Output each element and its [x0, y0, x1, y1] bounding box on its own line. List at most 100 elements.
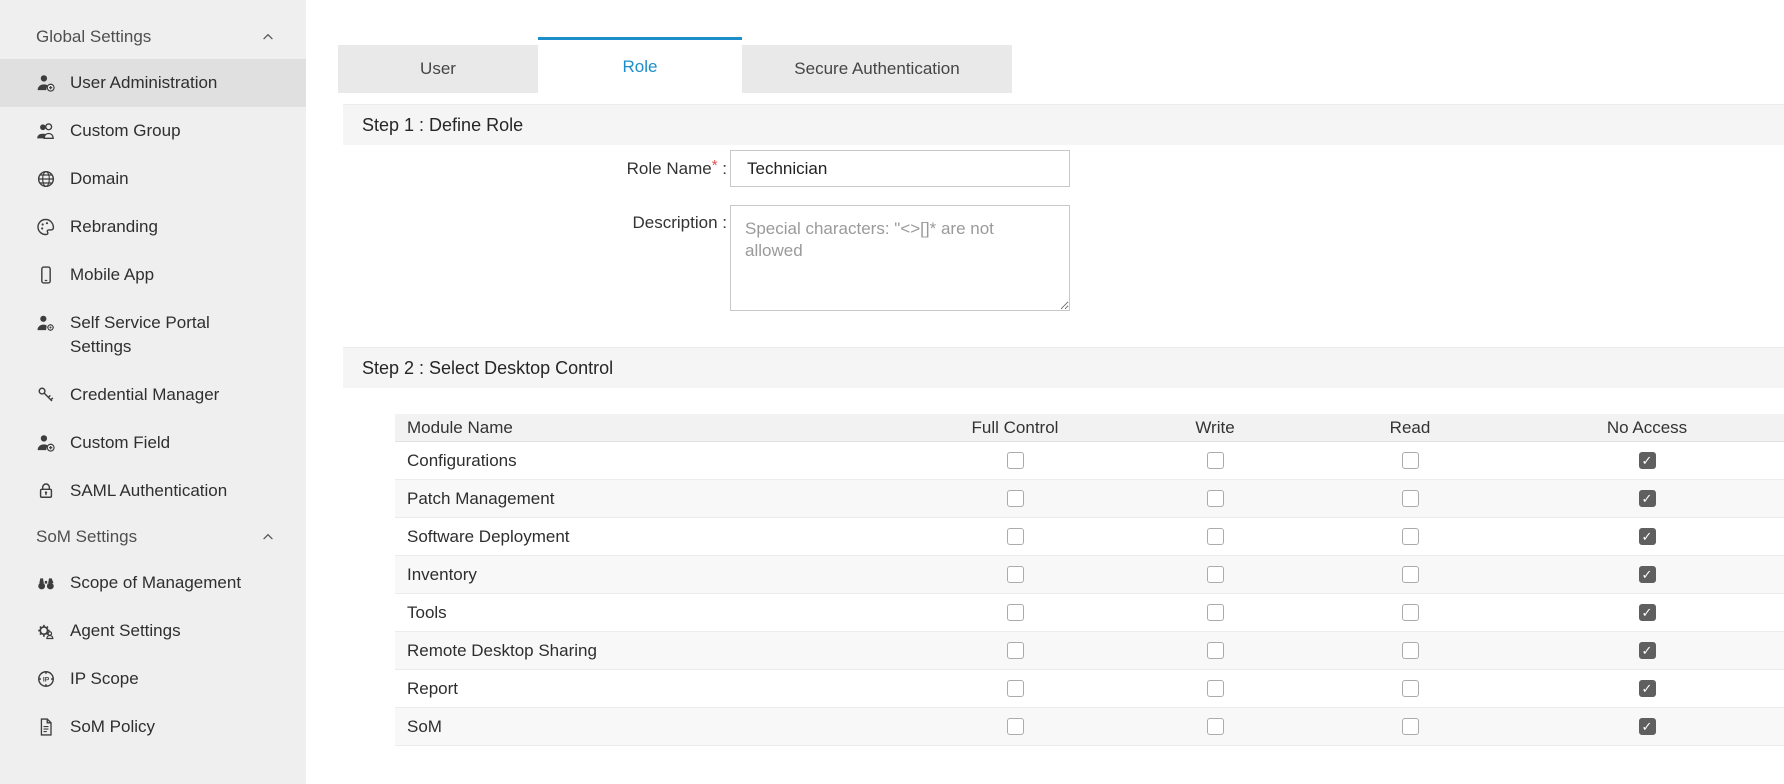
- sidebar-item-credential-manager[interactable]: Credential Manager: [0, 371, 306, 419]
- users-icon: [36, 119, 56, 143]
- no-access-checkbox[interactable]: [1639, 566, 1656, 583]
- gear-user-icon: [36, 619, 56, 643]
- permission-cell: [1310, 528, 1510, 545]
- sidebar-item-domain[interactable]: Domain: [0, 155, 306, 203]
- read-checkbox[interactable]: [1402, 718, 1419, 735]
- column-header-no-access: No Access: [1510, 418, 1784, 438]
- permission-cell: [910, 680, 1120, 697]
- sidebar-item-label: Custom Group: [70, 119, 181, 143]
- read-checkbox[interactable]: [1402, 528, 1419, 545]
- sidebar-item-self-service-portal-settings[interactable]: Self Service Portal Settings: [0, 299, 306, 371]
- sidebar-item-label: IP Scope: [70, 667, 139, 691]
- sidebar-item-mobile-app[interactable]: Mobile App: [0, 251, 306, 299]
- permission-cell: [910, 718, 1120, 735]
- module-name-cell: Inventory: [395, 565, 910, 585]
- sidebar-item-saml-authentication[interactable]: SAML Authentication: [0, 467, 306, 515]
- permission-cell: [1120, 490, 1310, 507]
- module-name-cell: Tools: [395, 603, 910, 623]
- main-content: UserRoleSecure Authentication Step 1 : D…: [306, 0, 1784, 784]
- permissions-table-body: Configurations Patch Management Software D…: [395, 442, 1784, 746]
- permission-cell: [910, 566, 1120, 583]
- write-checkbox[interactable]: [1207, 452, 1224, 469]
- chevron-up-icon: [260, 529, 276, 545]
- write-checkbox[interactable]: [1207, 566, 1224, 583]
- sidebar-item-label: Rebranding: [70, 215, 158, 239]
- role-name-input[interactable]: [730, 150, 1070, 187]
- tab-role[interactable]: Role: [538, 37, 742, 93]
- read-checkbox[interactable]: [1402, 452, 1419, 469]
- sidebar-section-label: SoM Settings: [36, 527, 260, 547]
- full-control-checkbox[interactable]: [1007, 566, 1024, 583]
- step2-header: Step 2 : Select Desktop Control: [343, 347, 1784, 388]
- sidebar: Global SettingsUser Administration Custom…: [0, 0, 306, 784]
- sidebar-item-label: Custom Field: [70, 431, 170, 455]
- sidebar-item-custom-group[interactable]: Custom Group: [0, 107, 306, 155]
- full-control-checkbox[interactable]: [1007, 680, 1024, 697]
- read-checkbox[interactable]: [1402, 604, 1419, 621]
- write-checkbox[interactable]: [1207, 680, 1224, 697]
- write-checkbox[interactable]: [1207, 718, 1224, 735]
- step1-title: Step 1 : Define Role: [362, 115, 523, 136]
- module-name-cell: Software Deployment: [395, 527, 910, 547]
- binoculars-icon: [36, 571, 56, 595]
- write-checkbox[interactable]: [1207, 642, 1224, 659]
- no-access-checkbox[interactable]: [1639, 680, 1656, 697]
- full-control-checkbox[interactable]: [1007, 452, 1024, 469]
- doc-icon: [36, 715, 56, 739]
- permission-cell: [910, 452, 1120, 469]
- full-control-checkbox[interactable]: [1007, 490, 1024, 507]
- write-checkbox[interactable]: [1207, 490, 1224, 507]
- no-access-checkbox[interactable]: [1639, 490, 1656, 507]
- sidebar-item-label: SAML Authentication: [70, 479, 227, 503]
- sidebar-item-label: Agent Settings: [70, 619, 181, 643]
- module-name-cell: Configurations: [395, 451, 910, 471]
- read-checkbox[interactable]: [1402, 566, 1419, 583]
- permission-cell: [1120, 718, 1310, 735]
- sidebar-item-som-policy[interactable]: SoM Policy: [0, 703, 306, 751]
- table-row: Remote Desktop Sharing: [395, 632, 1784, 670]
- full-control-checkbox[interactable]: [1007, 642, 1024, 659]
- write-checkbox[interactable]: [1207, 528, 1224, 545]
- column-header-read: Read: [1310, 418, 1510, 438]
- no-access-checkbox[interactable]: [1639, 642, 1656, 659]
- permission-cell: [1510, 680, 1784, 697]
- user-plus-icon: [36, 431, 56, 455]
- table-row: SoM: [395, 708, 1784, 746]
- sidebar-item-rebranding[interactable]: Rebranding: [0, 203, 306, 251]
- permission-cell: [1120, 528, 1310, 545]
- no-access-checkbox[interactable]: [1639, 528, 1656, 545]
- module-name-cell: Remote Desktop Sharing: [395, 641, 910, 661]
- no-access-checkbox[interactable]: [1639, 604, 1656, 621]
- sidebar-item-ip-scope[interactable]: IPIP Scope: [0, 655, 306, 703]
- table-row: Patch Management: [395, 480, 1784, 518]
- tab-bar: UserRoleSecure Authentication: [338, 37, 1012, 93]
- sidebar-item-scope-of-management[interactable]: Scope of Management: [0, 559, 306, 607]
- user-gear-icon: [36, 311, 56, 335]
- sidebar-section-global-settings[interactable]: Global Settings: [0, 15, 306, 59]
- sidebar-item-label: Mobile App: [70, 263, 154, 287]
- sidebar-item-user-administration[interactable]: User Administration: [0, 59, 306, 107]
- read-checkbox[interactable]: [1402, 490, 1419, 507]
- sidebar-section-som-settings[interactable]: SoM Settings: [0, 515, 306, 559]
- required-marker: *: [712, 157, 718, 174]
- full-control-checkbox[interactable]: [1007, 528, 1024, 545]
- sidebar-item-custom-field[interactable]: Custom Field: [0, 419, 306, 467]
- permission-cell: [910, 642, 1120, 659]
- read-checkbox[interactable]: [1402, 642, 1419, 659]
- tab-user[interactable]: User: [338, 45, 538, 93]
- permission-cell: [1120, 642, 1310, 659]
- description-textarea[interactable]: [730, 205, 1070, 311]
- sidebar-item-agent-settings[interactable]: Agent Settings: [0, 607, 306, 655]
- permission-cell: [1120, 604, 1310, 621]
- permission-cell: [1510, 490, 1784, 507]
- no-access-checkbox[interactable]: [1639, 718, 1656, 735]
- permission-cell: [1510, 566, 1784, 583]
- tab-secure-authentication[interactable]: Secure Authentication: [742, 45, 1012, 93]
- read-checkbox[interactable]: [1402, 680, 1419, 697]
- permission-cell: [1510, 718, 1784, 735]
- write-checkbox[interactable]: [1207, 604, 1224, 621]
- no-access-checkbox[interactable]: [1639, 452, 1656, 469]
- full-control-checkbox[interactable]: [1007, 718, 1024, 735]
- full-control-checkbox[interactable]: [1007, 604, 1024, 621]
- permission-cell: [910, 528, 1120, 545]
